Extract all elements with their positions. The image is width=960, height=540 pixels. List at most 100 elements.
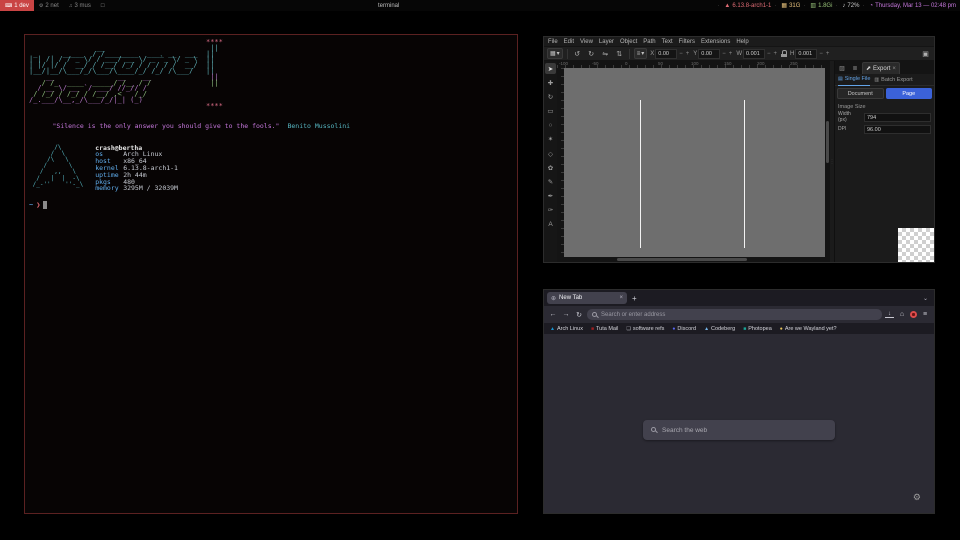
bookmark-label: Codeberg	[711, 326, 735, 332]
status-segment: · ▲ 6.13.8-arch1-1	[714, 3, 771, 9]
menu-item[interactable]: Text	[662, 39, 673, 45]
tool-button[interactable]: ✚	[545, 77, 556, 88]
bookmark-item[interactable]: ● Discord	[672, 326, 696, 332]
menu-item[interactable]: Path	[643, 39, 655, 45]
shell-prompt[interactable]: ~ ❯	[29, 201, 513, 209]
caret-down-icon: ▾	[557, 50, 560, 57]
workspace-tag[interactable]: ♫ 3 mus	[64, 0, 96, 11]
dock-tab-label: Export	[873, 66, 890, 72]
home-icon[interactable]: ⌂	[897, 311, 907, 318]
status-separator: ·	[835, 3, 837, 9]
flip-vertical-button[interactable]: ⇅	[614, 48, 625, 59]
close-icon[interactable]: ×	[892, 66, 896, 72]
rotate-ccw-button[interactable]: ↺	[572, 48, 583, 59]
tab-batch-export[interactable]: ▥ Batch Export	[874, 74, 912, 86]
personalize-gear-icon[interactable]: ⚙	[913, 492, 921, 503]
forward-button[interactable]: →	[561, 311, 571, 318]
dock-tab-layers-icon[interactable]: ≣	[849, 63, 861, 74]
bookmark-item[interactable]: ▲ Codeberg	[704, 326, 735, 332]
menu-item[interactable]: File	[548, 39, 558, 45]
tool-button[interactable]: ✿	[545, 162, 556, 173]
tab-label: Single File	[845, 76, 871, 82]
tool-button[interactable]: ✎	[545, 177, 556, 188]
width-plus-button[interactable]: +	[773, 51, 779, 57]
tool-button[interactable]: A	[545, 219, 556, 230]
tool-button[interactable]: ↻	[545, 91, 556, 102]
inkscape-canvas[interactable]	[564, 68, 825, 257]
tag-icon: ⌨	[5, 3, 12, 9]
rotate-cw-button[interactable]: ↻	[586, 48, 597, 59]
x-input[interactable]: 0.00	[655, 49, 677, 59]
tool-button[interactable]: ➤	[545, 63, 556, 74]
x-plus-button[interactable]: +	[685, 51, 691, 57]
list-tabs-chevron-icon[interactable]: ⌄	[923, 295, 931, 302]
y-plus-button[interactable]: +	[728, 51, 734, 57]
downloads-icon[interactable]: ↓	[885, 311, 894, 318]
lock-aspect-icon[interactable]	[781, 50, 787, 57]
web-search-box[interactable]: Search the web	[643, 420, 835, 440]
workspace-tag[interactable]: ⌨ 1 dev	[0, 0, 34, 11]
workspace-tag[interactable]: ⚙ 2 net	[34, 0, 64, 11]
status-segment: · ▥ 1.8Gi	[800, 2, 832, 9]
document-button[interactable]: Document	[837, 88, 884, 99]
scrollbar-thumb[interactable]	[826, 121, 829, 163]
reload-button[interactable]: ↻	[574, 311, 584, 319]
extension-icon[interactable]	[910, 311, 917, 318]
canvas-horizontal-scrollbar[interactable]	[557, 257, 825, 262]
tool-button[interactable]: ✑	[545, 205, 556, 216]
terminal-window[interactable]: **** __ || _ _____ / /________ ____ __ _…	[24, 34, 518, 514]
export-dpi-row: DPI 96.00	[835, 124, 934, 135]
menu-item[interactable]: Edit	[564, 39, 574, 45]
canvas-vertical-scrollbar[interactable]	[825, 61, 830, 262]
menu-item[interactable]: View	[580, 39, 593, 45]
menu-item[interactable]: Filters	[679, 39, 695, 45]
tool-button[interactable]: ◇	[545, 148, 556, 159]
x-minus-button[interactable]: −	[678, 51, 684, 57]
width-minus-button[interactable]: −	[766, 51, 772, 57]
menu-item[interactable]: Help	[736, 39, 748, 45]
browser-tab[interactable]: ⊕ New Tab ×	[547, 292, 627, 304]
y-input[interactable]: 0.00	[698, 49, 720, 59]
fetch-info: crash@bertha osArch Linux hostx86_64 ker…	[95, 145, 178, 193]
bookmark-label: Discord	[677, 326, 696, 332]
height-minus-button[interactable]: −	[818, 51, 824, 57]
tool-button[interactable]: ✒	[545, 191, 556, 202]
ruler-number: 250	[790, 61, 823, 66]
height-input[interactable]: 0.001	[795, 49, 817, 59]
horizontal-ruler: -100-50050100150200250	[557, 61, 825, 68]
height-field: H 0.001 − +	[790, 49, 830, 59]
dock-tab-fill-stroke-icon[interactable]: ▨	[836, 63, 848, 74]
bookmark-item[interactable]: ■ Photopea	[743, 326, 772, 332]
flip-horizontal-button[interactable]: ⇋	[600, 48, 611, 59]
layout-icon[interactable]: □	[96, 3, 110, 9]
bookmark-item[interactable]: ❏ software refs	[626, 326, 664, 332]
back-button[interactable]: ←	[548, 311, 558, 318]
menu-hamburger-icon[interactable]: ≡	[920, 311, 930, 318]
height-plus-button[interactable]: +	[825, 51, 831, 57]
close-tab-icon[interactable]: ×	[619, 295, 623, 301]
new-tab-button[interactable]: +	[632, 294, 637, 303]
quote-author: Benito Mussolini	[287, 122, 350, 130]
width-input[interactable]: 0.001	[743, 49, 765, 59]
tool-button[interactable]: ○	[545, 120, 556, 131]
export-width-input[interactable]: 794	[864, 113, 931, 122]
snap-toggle-icon[interactable]: ▣	[920, 48, 931, 59]
tool-button[interactable]: ✶	[545, 134, 556, 145]
url-bar[interactable]: Search or enter address	[587, 309, 882, 320]
dock-tab-export[interactable]: ⬈ Export ×	[862, 62, 900, 74]
tool-button[interactable]: ▭	[545, 106, 556, 117]
bookmark-item[interactable]: ● Are we Wayland yet?	[780, 326, 837, 332]
tab-single-file[interactable]: ▤ Single File	[838, 74, 870, 86]
menu-item[interactable]: Object	[620, 39, 637, 45]
bookmark-item[interactable]: ■ Tuta Mail	[591, 326, 618, 332]
align-dropdown[interactable]: ≡ ▾	[634, 48, 648, 59]
single-file-icon: ▤	[838, 76, 843, 82]
page-button[interactable]: Page	[886, 88, 933, 99]
y-minus-button[interactable]: −	[721, 51, 727, 57]
scrollbar-thumb[interactable]	[617, 258, 747, 261]
menu-item[interactable]: Layer	[599, 39, 614, 45]
menu-item[interactable]: Extensions	[701, 39, 730, 45]
bookmark-item[interactable]: ▲ Arch Linux	[550, 326, 583, 332]
export-dpi-input[interactable]: 96.00	[864, 125, 931, 134]
tool-mode-dropdown[interactable]: ▦ ▾	[547, 48, 563, 59]
